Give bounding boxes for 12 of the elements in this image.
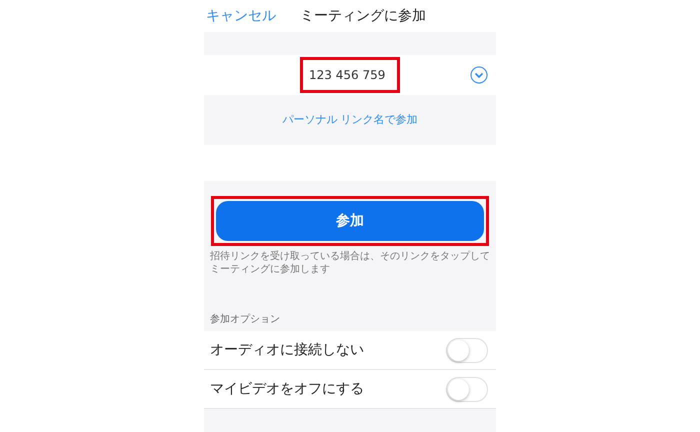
- meeting-id-field[interactable]: 123 456 759: [300, 57, 400, 93]
- section-heading: 参加オプション: [209, 312, 281, 327]
- chevron-down-icon[interactable]: [470, 66, 488, 84]
- cancel-button[interactable]: キャンセル: [206, 6, 276, 26]
- option-label: オーディオに接続しない: [210, 340, 364, 360]
- toggle-switch[interactable]: [446, 338, 488, 362]
- help-text: 招待リンクを受け取っている場合は、そのリンクをタップしてミーティングに参加します: [209, 250, 491, 276]
- personal-link[interactable]: パーソナル リンク名で参加: [282, 112, 418, 128]
- join-button[interactable]: 参加: [216, 201, 484, 241]
- option-label: マイビデオをオフにする: [210, 380, 364, 398]
- toggle-switch[interactable]: [446, 376, 488, 402]
- screen-title: ミーティングに参加: [300, 6, 426, 26]
